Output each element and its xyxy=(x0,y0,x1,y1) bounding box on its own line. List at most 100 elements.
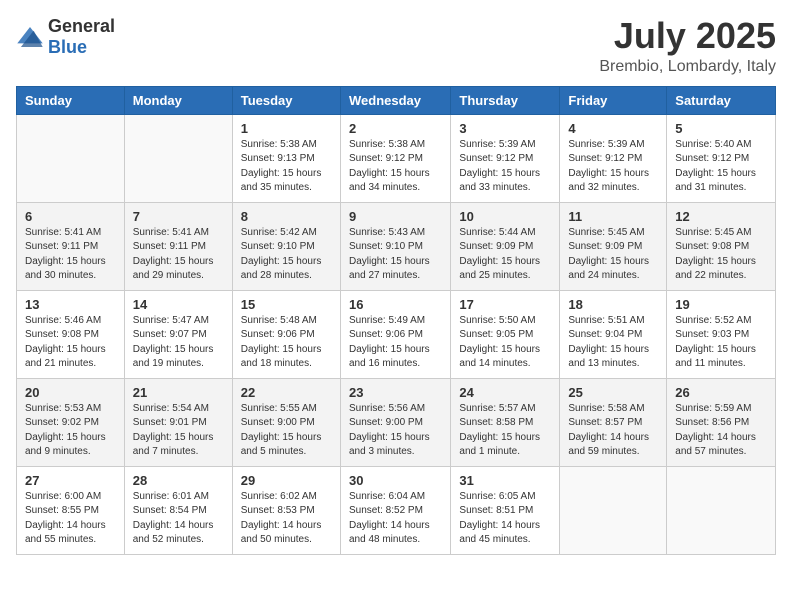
day-info: Sunrise: 5:38 AM Sunset: 9:13 PM Dayligh… xyxy=(241,138,332,196)
calendar-cell: 16Sunrise: 5:49 AM Sunset: 9:06 PM Dayli… xyxy=(340,290,450,378)
day-number: 13 xyxy=(25,297,116,312)
day-number: 5 xyxy=(675,121,767,136)
day-info: Sunrise: 6:04 AM Sunset: 8:52 PM Dayligh… xyxy=(349,490,442,548)
day-info: Sunrise: 5:55 AM Sunset: 9:00 PM Dayligh… xyxy=(241,402,332,460)
day-number: 18 xyxy=(568,297,658,312)
calendar-cell: 29 Sunrise: 6:02 AM Sunset: 8:53 PM Dayli… xyxy=(232,466,340,554)
day-info: Sunrise: 5:56 AM Sunset: 9:00 PM Dayligh… xyxy=(349,402,442,460)
day-info: Sunrise: 5:38 AM Sunset: 9:12 PM Dayligh… xyxy=(349,138,442,196)
day-info: Sunrise: 5:54 AM Sunset: 9:01 PM Dayligh… xyxy=(133,402,224,460)
day-info: Sunrise: 5:46 AM Sunset: 9:08 PM Dayligh… xyxy=(25,314,116,372)
calendar-cell: 23Sunrise: 5:56 AM Sunset: 9:00 PM Dayli… xyxy=(340,378,450,466)
day-number: 2 xyxy=(349,121,442,136)
weekday-header-friday: Friday xyxy=(560,86,667,114)
calendar-cell: 13 Sunrise: 5:46 AM Sunset: 9:08 PM Dayli… xyxy=(17,290,125,378)
calendar-cell: 14 Sunrise: 5:47 AM Sunset: 9:07 PM Dayli… xyxy=(124,290,232,378)
day-info: Sunrise: 5:41 AM Sunset: 9:11 PM Dayligh… xyxy=(133,226,224,284)
day-number: 6 xyxy=(25,209,116,224)
weekday-header-wednesday: Wednesday xyxy=(340,86,450,114)
day-info: Sunrise: 6:05 AM Sunset: 8:51 PM Dayligh… xyxy=(459,490,551,548)
day-info: Sunrise: 5:39 AM Sunset: 9:12 PM Dayligh… xyxy=(459,138,551,196)
calendar-cell xyxy=(124,114,232,202)
calendar-cell: 8 Sunrise: 5:42 AM Sunset: 9:10 PM Daylig… xyxy=(232,202,340,290)
calendar-cell: 7 Sunrise: 5:41 AM Sunset: 9:11 PM Daylig… xyxy=(124,202,232,290)
day-info: Sunrise: 5:53 AM Sunset: 9:02 PM Dayligh… xyxy=(25,402,116,460)
calendar-cell: 15Sunrise: 5:48 AM Sunset: 9:06 PM Dayli… xyxy=(232,290,340,378)
day-number: 14 xyxy=(133,297,224,312)
calendar-cell: 30 Sunrise: 6:04 AM Sunset: 8:52 PM Dayli… xyxy=(340,466,450,554)
calendar-cell: 19 Sunrise: 5:52 AM Sunset: 9:03 PM Dayli… xyxy=(667,290,776,378)
day-info: Sunrise: 5:40 AM Sunset: 9:12 PM Dayligh… xyxy=(675,138,767,196)
day-info: Sunrise: 5:42 AM Sunset: 9:10 PM Dayligh… xyxy=(241,226,332,284)
day-number: 19 xyxy=(675,297,767,312)
day-info: Sunrise: 6:00 AM Sunset: 8:55 PM Dayligh… xyxy=(25,490,116,548)
calendar-cell: 11 Sunrise: 5:45 AM Sunset: 9:09 PM Dayli… xyxy=(560,202,667,290)
day-number: 26 xyxy=(675,385,767,400)
location-title: Brembio, Lombardy, Italy xyxy=(599,58,776,76)
day-number: 4 xyxy=(568,121,658,136)
calendar-cell: 21 Sunrise: 5:54 AM Sunset: 9:01 PM Dayli… xyxy=(124,378,232,466)
calendar-cell xyxy=(667,466,776,554)
day-number: 7 xyxy=(133,209,224,224)
weekday-header-tuesday: Tuesday xyxy=(232,86,340,114)
calendar-cell: 9 Sunrise: 5:43 AM Sunset: 9:10 PM Daylig… xyxy=(340,202,450,290)
calendar-week-row: 27Sunrise: 6:00 AM Sunset: 8:55 PM Dayli… xyxy=(17,466,776,554)
calendar-cell: 18 Sunrise: 5:51 AM Sunset: 9:04 PM Dayli… xyxy=(560,290,667,378)
calendar-cell: 6 Sunrise: 5:41 AM Sunset: 9:11 PM Daylig… xyxy=(17,202,125,290)
logo-general: General xyxy=(48,16,115,36)
calendar-week-row: 20 Sunrise: 5:53 AM Sunset: 9:02 PM Dayli… xyxy=(17,378,776,466)
day-info: Sunrise: 5:51 AM Sunset: 9:04 PM Dayligh… xyxy=(568,314,658,372)
day-number: 21 xyxy=(133,385,224,400)
day-number: 30 xyxy=(349,473,442,488)
day-info: Sunrise: 5:52 AM Sunset: 9:03 PM Dayligh… xyxy=(675,314,767,372)
page-header: General Blue July 2025 Brembio, Lombardy… xyxy=(16,16,776,76)
day-number: 20 xyxy=(25,385,116,400)
day-number: 11 xyxy=(568,209,658,224)
day-number: 17 xyxy=(459,297,551,312)
calendar-cell: 26 Sunrise: 5:59 AM Sunset: 8:56 PM Dayli… xyxy=(667,378,776,466)
day-info: Sunrise: 5:43 AM Sunset: 9:10 PM Dayligh… xyxy=(349,226,442,284)
day-info: Sunrise: 5:57 AM Sunset: 8:58 PM Dayligh… xyxy=(459,402,551,460)
calendar-cell: 10 Sunrise: 5:44 AM Sunset: 9:09 PM Dayli… xyxy=(451,202,560,290)
day-info: Sunrise: 5:44 AM Sunset: 9:09 PM Dayligh… xyxy=(459,226,551,284)
day-number: 12 xyxy=(675,209,767,224)
logo: General Blue xyxy=(16,16,115,58)
title-block: July 2025 Brembio, Lombardy, Italy xyxy=(599,16,776,76)
day-number: 9 xyxy=(349,209,442,224)
calendar-cell: 1Sunrise: 5:38 AM Sunset: 9:13 PM Daylig… xyxy=(232,114,340,202)
day-info: Sunrise: 6:02 AM Sunset: 8:53 PM Dayligh… xyxy=(241,490,332,548)
weekday-header-thursday: Thursday xyxy=(451,86,560,114)
calendar-week-row: 1Sunrise: 5:38 AM Sunset: 9:13 PM Daylig… xyxy=(17,114,776,202)
calendar-cell: 20 Sunrise: 5:53 AM Sunset: 9:02 PM Dayli… xyxy=(17,378,125,466)
logo-blue: Blue xyxy=(48,37,87,57)
day-info: Sunrise: 5:45 AM Sunset: 9:09 PM Dayligh… xyxy=(568,226,658,284)
weekday-header-monday: Monday xyxy=(124,86,232,114)
day-number: 31 xyxy=(459,473,551,488)
calendar-week-row: 6 Sunrise: 5:41 AM Sunset: 9:11 PM Daylig… xyxy=(17,202,776,290)
calendar-cell: 2 Sunrise: 5:38 AM Sunset: 9:12 PM Daylig… xyxy=(340,114,450,202)
day-info: Sunrise: 5:58 AM Sunset: 8:57 PM Dayligh… xyxy=(568,402,658,460)
day-number: 29 xyxy=(241,473,332,488)
day-info: Sunrise: 5:41 AM Sunset: 9:11 PM Dayligh… xyxy=(25,226,116,284)
day-number: 22 xyxy=(241,385,332,400)
weekday-header-row: SundayMondayTuesdayWednesdayThursdayFrid… xyxy=(17,86,776,114)
calendar-cell: 31 Sunrise: 6:05 AM Sunset: 8:51 PM Dayli… xyxy=(451,466,560,554)
logo-icon xyxy=(16,27,44,47)
day-number: 15 xyxy=(241,297,332,312)
day-info: Sunrise: 5:59 AM Sunset: 8:56 PM Dayligh… xyxy=(675,402,767,460)
day-number: 28 xyxy=(133,473,224,488)
day-number: 24 xyxy=(459,385,551,400)
calendar-cell: 5 Sunrise: 5:40 AM Sunset: 9:12 PM Daylig… xyxy=(667,114,776,202)
day-number: 10 xyxy=(459,209,551,224)
day-info: Sunrise: 5:39 AM Sunset: 9:12 PM Dayligh… xyxy=(568,138,658,196)
day-number: 8 xyxy=(241,209,332,224)
weekday-header-sunday: Sunday xyxy=(17,86,125,114)
calendar-cell: 24 Sunrise: 5:57 AM Sunset: 8:58 PM Dayli… xyxy=(451,378,560,466)
calendar-cell xyxy=(560,466,667,554)
day-number: 3 xyxy=(459,121,551,136)
calendar-cell: 25Sunrise: 5:58 AM Sunset: 8:57 PM Dayli… xyxy=(560,378,667,466)
day-info: Sunrise: 5:47 AM Sunset: 9:07 PM Dayligh… xyxy=(133,314,224,372)
calendar-cell: 27Sunrise: 6:00 AM Sunset: 8:55 PM Dayli… xyxy=(17,466,125,554)
day-info: Sunrise: 5:49 AM Sunset: 9:06 PM Dayligh… xyxy=(349,314,442,372)
month-title: July 2025 xyxy=(599,16,776,56)
